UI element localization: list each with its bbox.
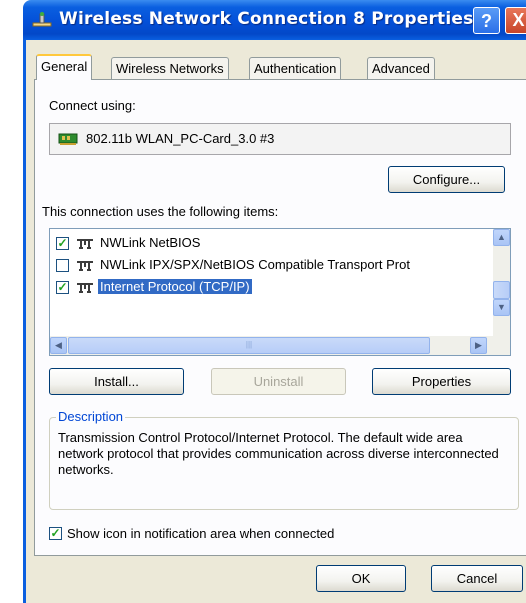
tab-wireless-networks[interactable]: Wireless Networks [111,57,229,79]
scroll-left-icon[interactable]: ◀ [50,337,67,354]
adapter-field: 802.11b WLAN_PC-Card_3.0 #3 [49,123,511,155]
scroll-down-icon[interactable]: ▼ [493,299,510,316]
components-list[interactable]: ✓ NWLink NetBIOS NWLink IPX/SPX/NetBIOS … [49,228,511,356]
network-protocol-icon [77,283,93,293]
tab-general[interactable]: General [36,54,93,80]
item-checkbox[interactable]: ✓ [56,281,69,294]
general-tab-panel: Connect using: 802.11b WLAN_PC-Card_3.0 … [34,79,526,556]
network-protocol-icon [77,261,93,271]
tab-advanced[interactable]: Advanced [367,57,435,79]
item-checkbox[interactable] [56,259,69,272]
horizontal-scrollbar[interactable]: ◀ ||| ▶ [50,336,510,355]
network-protocol-icon [77,239,93,249]
list-item-selected[interactable]: ✓ Internet Protocol (TCP/IP) [50,277,490,299]
items-label: This connection uses the following items… [42,204,279,219]
configure-button[interactable]: Configure... [388,166,505,193]
uninstall-button[interactable]: Uninstall [211,368,346,395]
ok-button[interactable]: OK [316,565,406,592]
title-bar[interactable]: Wireless Network Connection 8 Properties… [23,0,526,40]
help-button[interactable]: ? [473,7,500,34]
tab-authentication[interactable]: Authentication [249,57,342,79]
show-icon-checkbox[interactable]: ✓ [49,527,62,540]
list-item[interactable]: NWLink IPX/SPX/NetBIOS Compatible Transp… [50,255,490,277]
scroll-up-icon[interactable]: ▲ [493,229,510,246]
item-label: NWLink IPX/SPX/NetBIOS Compatible Transp… [100,257,410,272]
item-label: Internet Protocol (TCP/IP) [98,279,252,294]
description-legend: Description [56,409,126,424]
properties-button[interactable]: Properties [372,368,511,395]
item-label: NWLink NetBIOS [100,235,201,250]
description-text: Transmission Control Protocol/Internet P… [58,430,499,477]
horizontal-scroll-thumb[interactable]: ||| [68,337,430,354]
description-group: Description Transmission Control Protoco… [49,409,519,510]
scroll-right-icon[interactable]: ▶ [470,337,487,354]
vertical-scroll-thumb[interactable] [493,281,510,299]
item-checkbox[interactable]: ✓ [56,237,69,250]
cancel-button[interactable]: Cancel [431,565,523,592]
network-connection-icon [32,12,52,27]
close-button[interactable]: X [505,7,526,34]
window-title: Wireless Network Connection 8 Properties [59,9,474,29]
adapter-name: 802.11b WLAN_PC-Card_3.0 #3 [86,131,275,146]
vertical-scrollbar[interactable]: ▲ ▼ [493,229,510,336]
connect-using-label: Connect using: [49,98,136,113]
show-icon-label: Show icon in notification area when conn… [67,526,335,541]
network-card-icon [58,133,78,145]
install-button[interactable]: Install... [49,368,184,395]
list-item[interactable]: ✓ NWLink NetBIOS [50,233,490,255]
properties-dialog: General Wireless Networks Authentication… [23,40,526,603]
